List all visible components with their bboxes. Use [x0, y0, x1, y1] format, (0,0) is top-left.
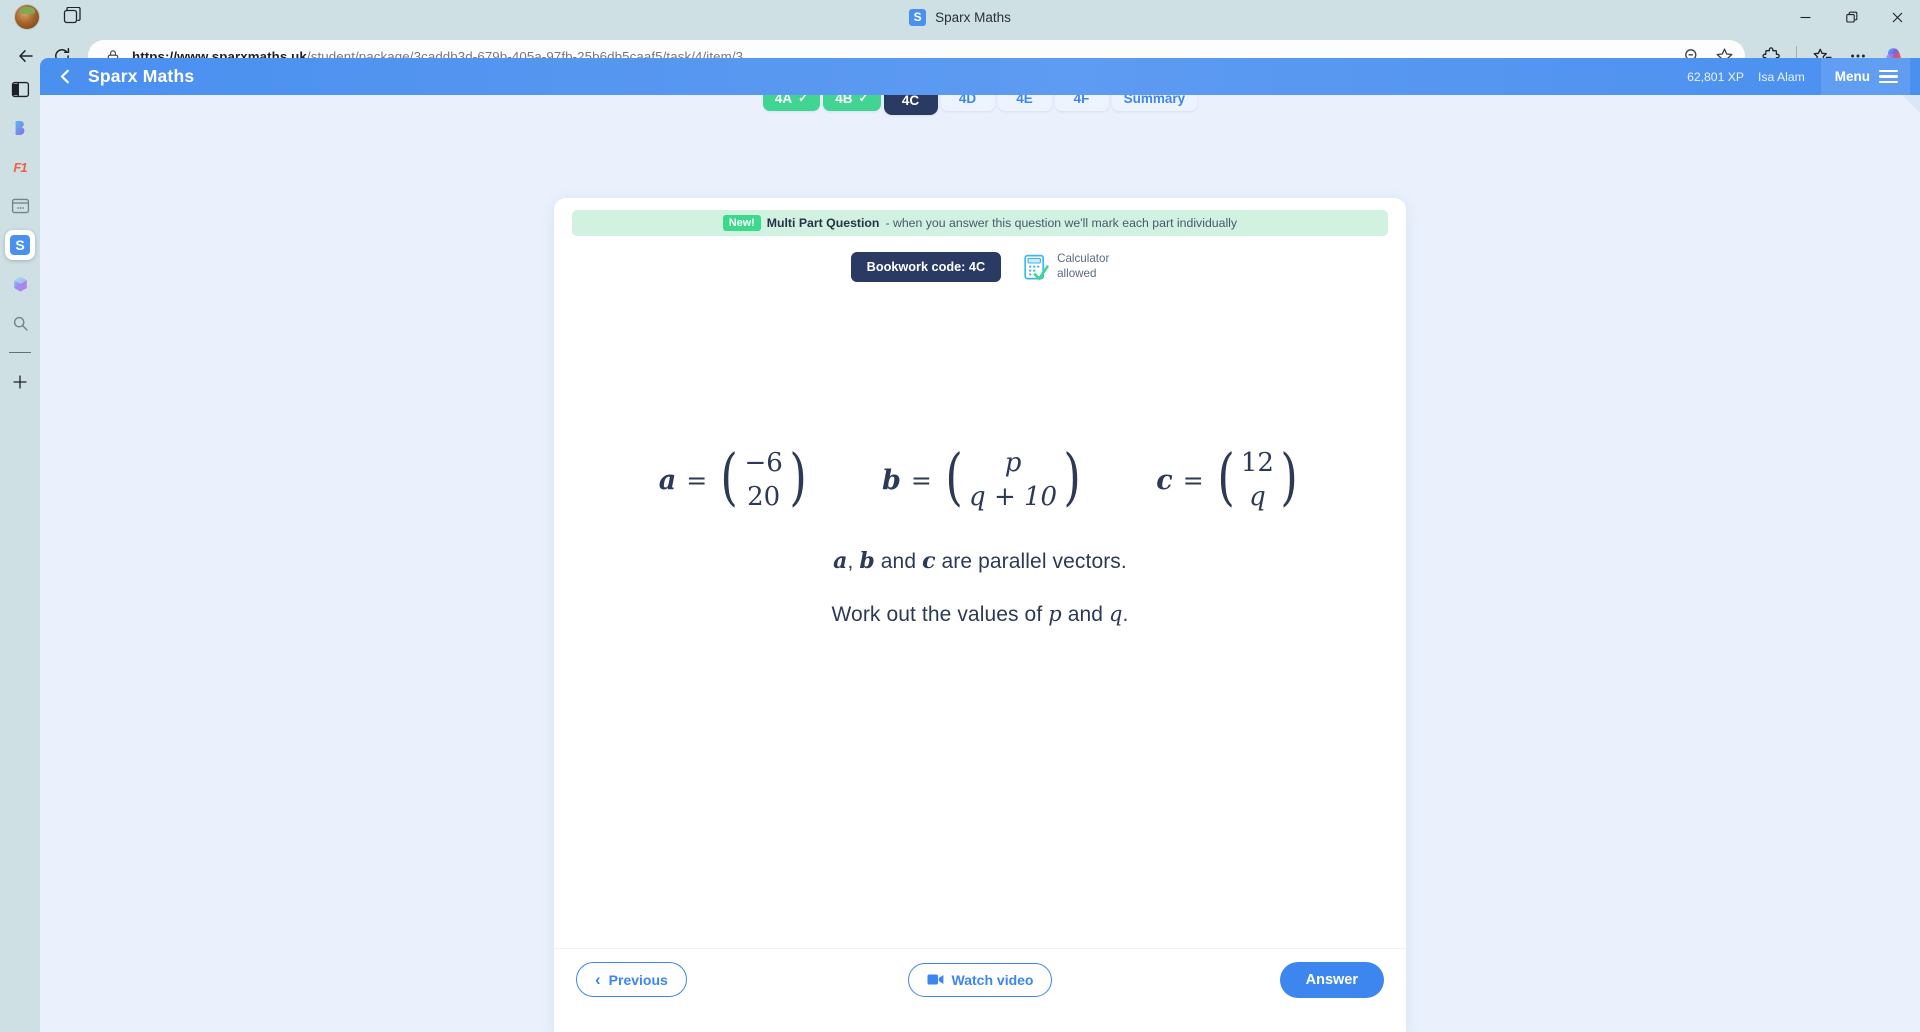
browser-window: S Sparx Maths https://www.sparxmaths.uk/…	[0, 0, 1920, 1032]
hamburger-icon	[1879, 69, 1898, 84]
vector-c-matrix: ( 12 q )	[1214, 440, 1302, 513]
left-paren: (	[945, 440, 963, 513]
vector-c-bottom: q	[1249, 482, 1266, 512]
calculator-allowed: Calculator allowed	[1023, 252, 1109, 282]
banner-title: Multi Part Question	[766, 216, 880, 230]
left-paren: (	[1217, 440, 1235, 513]
question-prompt: Work out the values of p and q.	[832, 602, 1129, 627]
task-tabstrip-row: 4A ✓ 4B ✓ 4C 4D 4E 4F Summary	[40, 85, 1920, 122]
vector-a: a = ( −6 20 )	[658, 440, 810, 513]
banner-description: - when you answer this question we'll ma…	[885, 216, 1238, 230]
vector-b-matrix: ( p q + 10 )	[942, 440, 1084, 513]
calculator-icon	[1024, 254, 1049, 280]
xp-counter: 62,801 XP	[1687, 69, 1744, 84]
vector-b: b = ( p q + 10 )	[881, 440, 1084, 513]
statement-vector-a: a	[833, 548, 848, 574]
vector-c-top: 12	[1240, 448, 1274, 478]
equals-sign: =	[1182, 465, 1204, 495]
vector-a-bottom: 20	[747, 482, 781, 512]
statement-and: and	[874, 550, 923, 573]
right-paren: )	[1280, 440, 1298, 513]
window-controls	[1782, 0, 1920, 34]
question-meta-row: Bookwork code: 4C Calculator allowed	[554, 252, 1406, 282]
close-icon[interactable]	[1874, 0, 1920, 34]
sidebar-toggle-icon[interactable]	[5, 74, 35, 104]
app-title: Sparx Maths	[88, 66, 195, 86]
prompt-variable-q: q	[1108, 602, 1123, 626]
vector-c-name: c	[1156, 464, 1173, 496]
equals-sign: =	[686, 465, 708, 495]
question-card: New! Multi Part Question - when you answ…	[554, 198, 1406, 1032]
prompt-variable-p: p	[1048, 602, 1062, 626]
right-paren: )	[1063, 440, 1081, 513]
vector-b-name: b	[881, 464, 901, 496]
formula-one-label: F1	[13, 159, 27, 175]
page-viewport: Sparx Maths 62,801 XP Isa Alam Menu 4A ✓…	[40, 58, 1920, 1032]
sidebar-item-sparx-maths[interactable]: S	[5, 230, 35, 260]
statement-tail: are parallel vectors.	[935, 550, 1127, 573]
previous-button[interactable]: ‹ Previous	[576, 962, 687, 997]
menu-label: Menu	[1834, 69, 1870, 84]
active-tab[interactable]: S Sparx Maths	[0, 0, 1920, 34]
right-paren: )	[789, 440, 807, 513]
statement-vector-b: b	[859, 548, 875, 574]
copilot-icon[interactable]	[5, 113, 35, 143]
bookwork-code-button[interactable]: Bookwork code: 4C	[850, 252, 1002, 282]
watch-video-label: Watch video	[951, 971, 1034, 988]
vector-a-matrix: ( −6 20 )	[717, 440, 810, 513]
multi-part-banner: New! Multi Part Question - when you answ…	[572, 210, 1388, 236]
app-header-right: 62,801 XP Isa Alam Menu	[1687, 58, 1914, 95]
tab-favicon: S	[909, 8, 927, 26]
edge-sidebar: F1 S	[0, 78, 40, 1032]
vector-c: c = ( 12 q )	[1156, 440, 1302, 513]
user-name: Isa Alam	[1758, 69, 1805, 84]
vector-b-bottom: q + 10	[969, 482, 1058, 512]
page-corner-fold	[1902, 95, 1920, 113]
vector-a-name: a	[658, 464, 677, 496]
back-arrow-icon[interactable]	[10, 40, 42, 72]
calculator-label-line1: Calculator	[1057, 252, 1110, 266]
question-body: a = ( −6 20 ) b = (p q + 10) c = (12 …	[554, 440, 1406, 627]
minimize-icon[interactable]	[1782, 0, 1828, 34]
sidebar-divider	[9, 352, 31, 353]
vector-b-top: p	[1004, 448, 1022, 478]
statement-vector-c: c	[922, 548, 936, 574]
calculator-label: Calculator allowed	[1057, 252, 1109, 282]
prompt-end: .	[1122, 603, 1129, 626]
watch-video-button[interactable]: Watch video	[907, 962, 1053, 997]
edge-drop-icon[interactable]	[5, 269, 35, 299]
add-sidebar-app-icon[interactable]	[5, 367, 35, 397]
tab-title: Sparx Maths	[935, 9, 1011, 25]
answer-button[interactable]: Answer	[1279, 961, 1384, 998]
previous-label: Previous	[608, 971, 668, 988]
video-camera-icon	[927, 974, 943, 985]
prompt-and: and	[1061, 603, 1109, 626]
vector-a-top: −6	[744, 448, 783, 478]
left-paren: (	[720, 440, 739, 513]
new-badge: New!	[722, 214, 761, 232]
app-back-button[interactable]	[50, 62, 80, 92]
tab-actions-icon[interactable]	[58, 4, 84, 30]
prompt-lead: Work out the values of	[831, 603, 1049, 626]
chevron-left-icon: ‹	[595, 970, 601, 989]
equals-sign: =	[910, 465, 932, 495]
vector-definitions: a = ( −6 20 ) b = (p q + 10) c = (12 …	[658, 440, 1302, 513]
sparx-maths-icon: S	[10, 235, 30, 255]
restore-icon[interactable]	[1828, 0, 1874, 34]
statement-comma: ,	[847, 550, 854, 573]
calculator-label-line2: allowed	[1057, 267, 1097, 280]
card-footer: ‹ Previous Watch video Answer	[554, 948, 1406, 1010]
formula-one-icon[interactable]: F1	[5, 152, 35, 182]
menu-button[interactable]: Menu	[1820, 58, 1910, 95]
sidebar-search-icon[interactable]	[5, 308, 35, 338]
parallel-statement: a, b and c are parallel vectors.	[833, 548, 1127, 574]
split-screen-icon[interactable]	[5, 191, 35, 221]
app-header: Sparx Maths 62,801 XP Isa Alam Menu	[40, 58, 1920, 95]
browser-titlebar: S Sparx Maths	[0, 0, 1920, 34]
profile-avatar[interactable]	[14, 4, 40, 30]
